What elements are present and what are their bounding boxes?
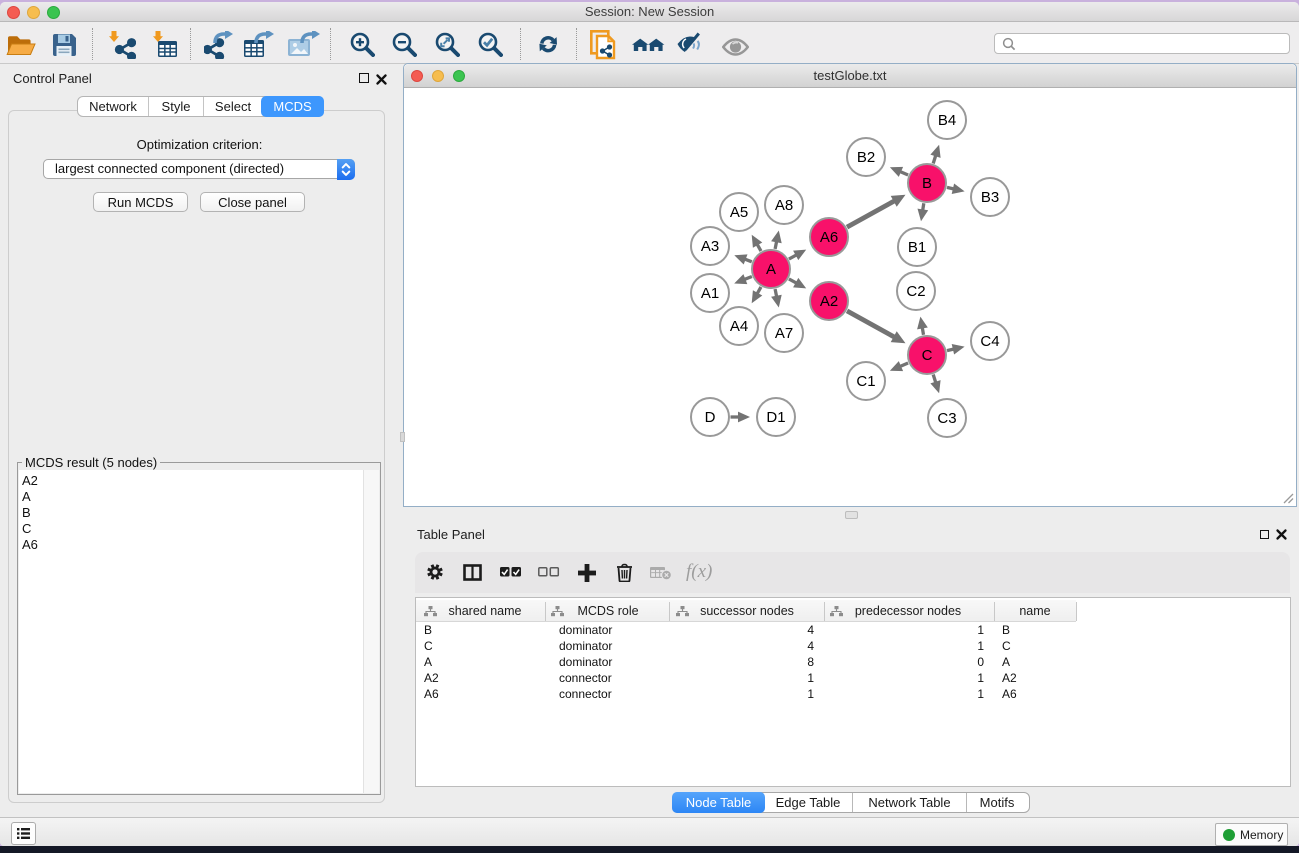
svg-text:B: B [922, 175, 932, 192]
svg-text:A2: A2 [820, 293, 838, 310]
svg-text:B1: B1 [908, 239, 926, 256]
svg-text:B2: B2 [857, 149, 875, 166]
svg-text:A1: A1 [701, 285, 719, 302]
svg-text:C1: C1 [856, 373, 875, 390]
svg-text:C: C [922, 347, 933, 364]
svg-text:B4: B4 [938, 112, 956, 129]
svg-text:C3: C3 [937, 410, 956, 427]
svg-text:D1: D1 [766, 409, 785, 426]
svg-text:B3: B3 [981, 189, 999, 206]
svg-text:C4: C4 [980, 333, 999, 350]
svg-text:A: A [766, 261, 776, 278]
svg-text:A4: A4 [730, 318, 748, 335]
svg-text:A7: A7 [775, 325, 793, 342]
svg-text:A8: A8 [775, 197, 793, 214]
svg-text:D: D [705, 409, 716, 426]
svg-text:A5: A5 [730, 204, 748, 221]
svg-text:A6: A6 [820, 229, 838, 246]
svg-text:A3: A3 [701, 238, 719, 255]
svg-text:C2: C2 [906, 283, 925, 300]
